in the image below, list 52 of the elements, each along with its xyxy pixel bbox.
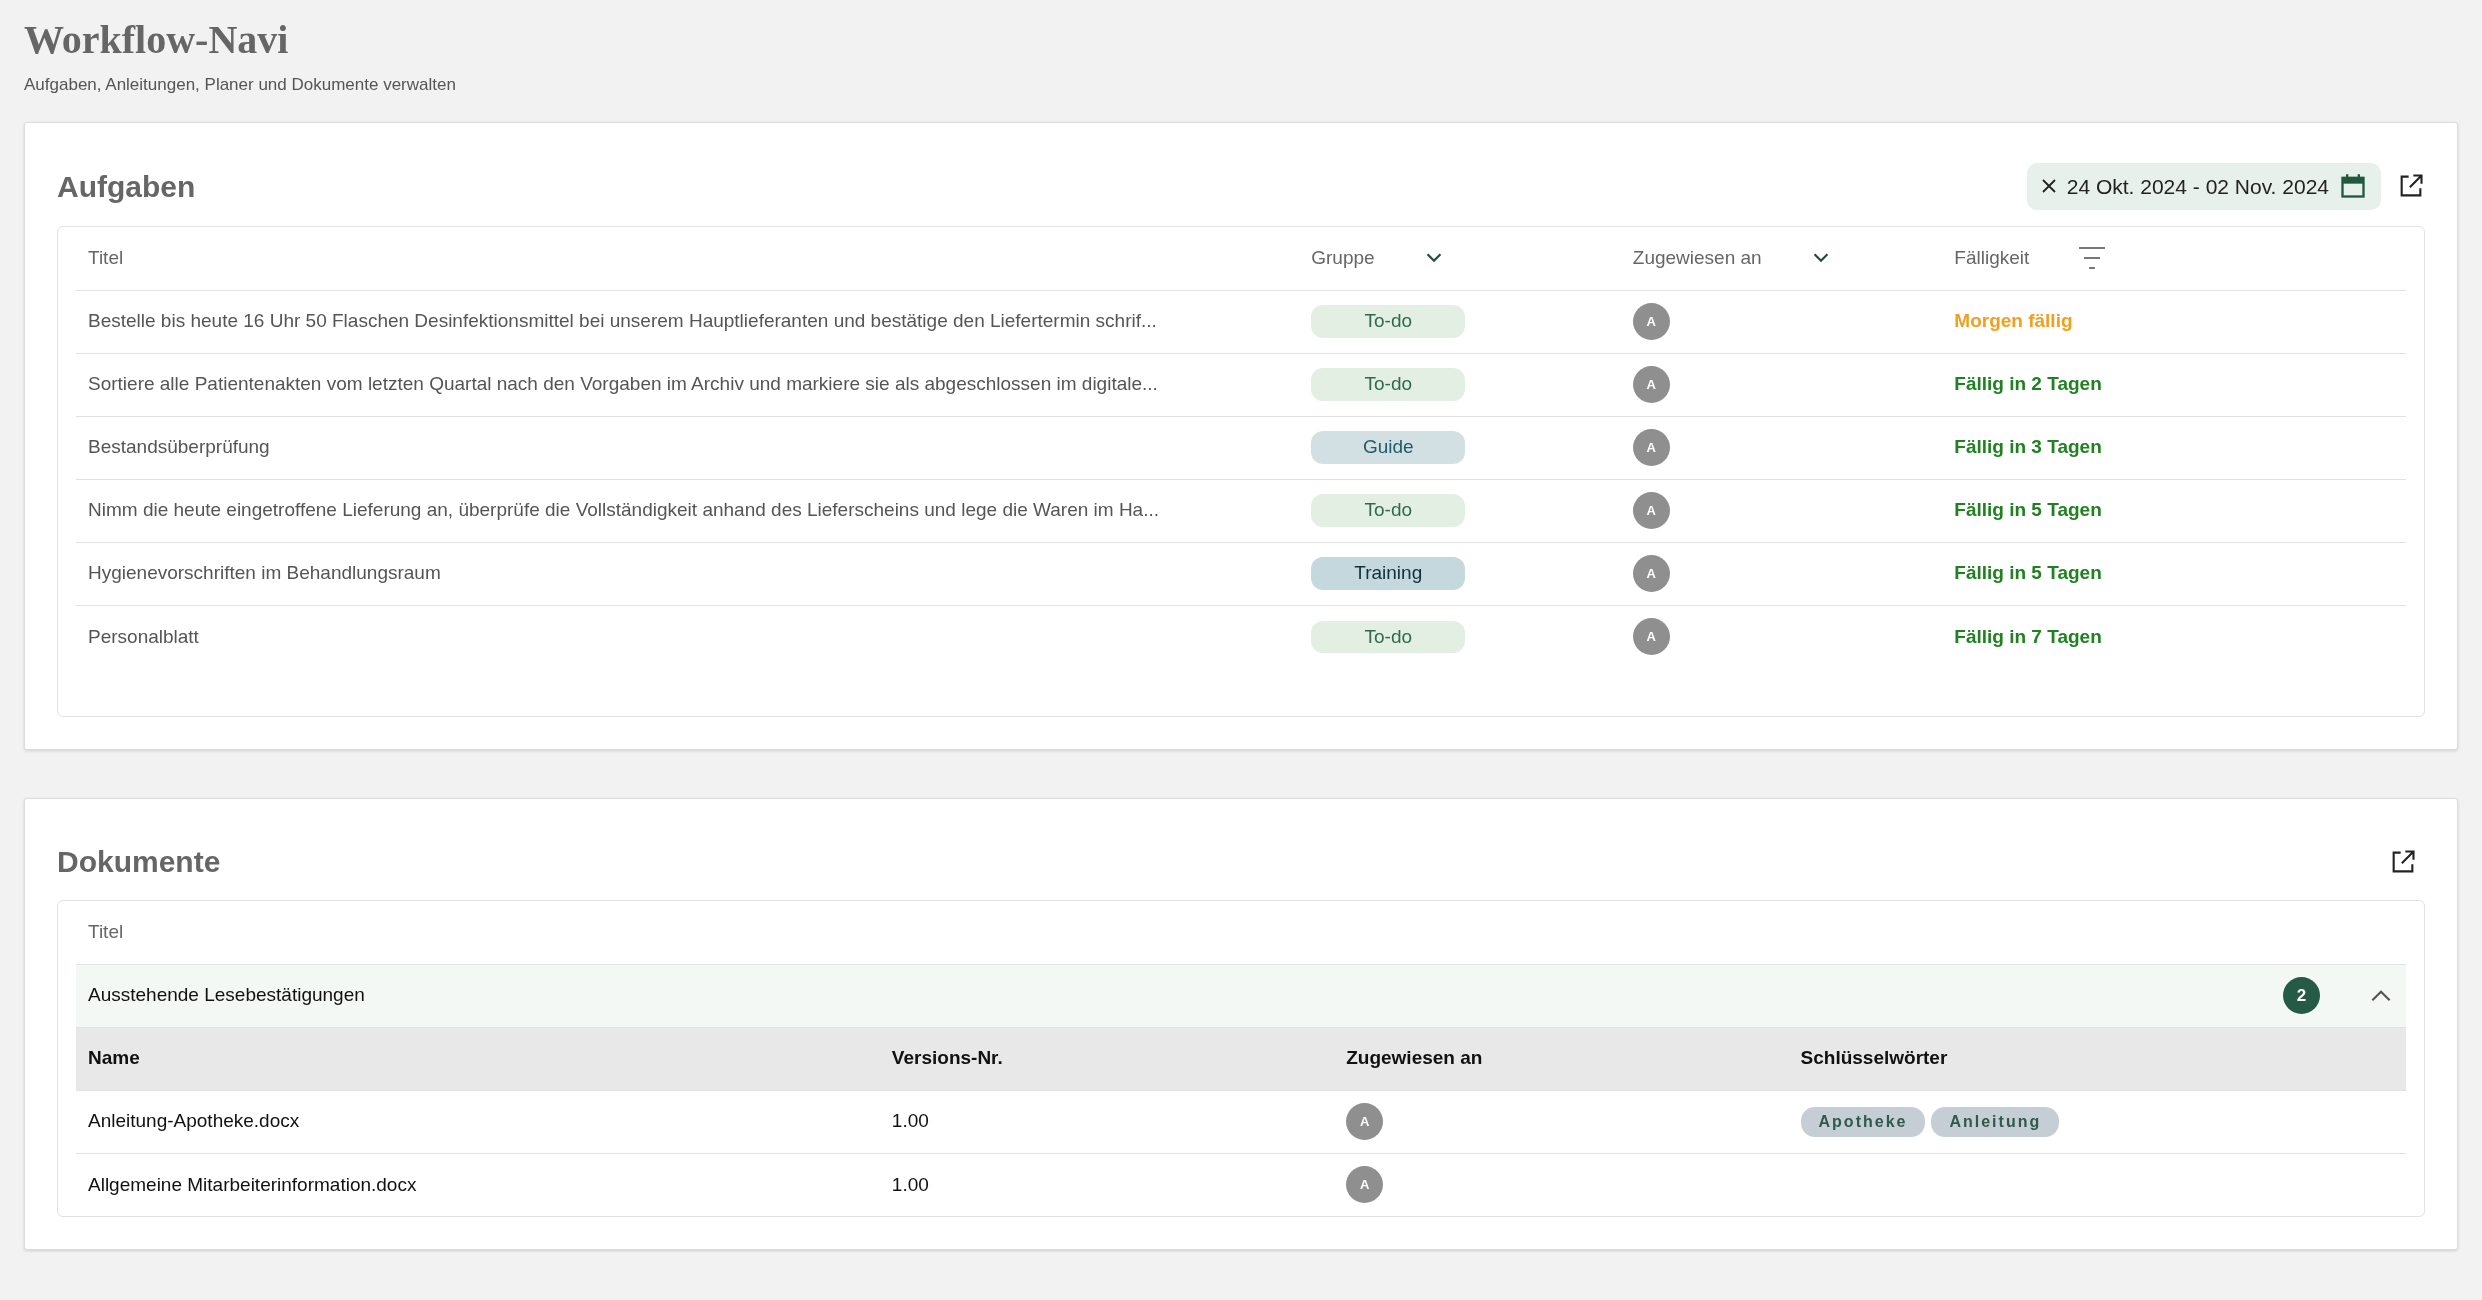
avatar: A: [1632, 492, 1670, 529]
due-status: Fällig in 7 Tagen: [1954, 625, 2102, 647]
keyword-tag: Apotheke: [1800, 1106, 1926, 1137]
version-number: 1.00: [891, 1173, 929, 1195]
group-tag: To-do: [1311, 494, 1466, 527]
version-number: 1.00: [891, 1110, 929, 1132]
group-tag: Training: [1311, 557, 1466, 590]
task-title[interactable]: Nimm die heute eingetroffene Lieferung an, überprüfe die Vollständigkeit anhand des Lieferscheins und lege die Waren im Ha...: [88, 499, 1159, 521]
avatar: A: [1632, 303, 1670, 340]
column-header: Titel: [88, 246, 124, 270]
document-name[interactable]: Allgemeine Mitarbeiterinformation.docx: [88, 1173, 417, 1195]
column-header: Zugewiesen an: [1346, 1047, 1483, 1069]
due-status: Fällig in 5 Tagen: [1954, 562, 2102, 584]
avatar: A: [1346, 1103, 1384, 1140]
column-header: Schlüsselwörter: [1800, 1047, 1948, 1069]
group-tag: Guide: [1311, 431, 1466, 464]
avatar: A: [1632, 366, 1670, 403]
column-header: Gruppe: [1311, 246, 1375, 270]
due-status: Fällig in 2 Tagen: [1954, 373, 2102, 395]
due-status: Fällig in 5 Tagen: [1954, 499, 2102, 521]
keyword-tag: Anleitung: [1931, 1106, 2060, 1137]
task-title[interactable]: Bestandsüberprüfung: [88, 436, 270, 458]
column-header: Versions-Nr.: [891, 1047, 1003, 1069]
due-status: Fällig in 3 Tagen: [1954, 436, 2102, 458]
group-tag: To-do: [1311, 305, 1466, 338]
task-title[interactable]: Hygienevorschriften im Behandlungsraum: [88, 562, 441, 584]
column-header: Name: [88, 1047, 140, 1069]
filter-icon[interactable]: [2077, 245, 2108, 272]
task-title[interactable]: Personalblatt: [88, 625, 199, 647]
task-title[interactable]: Bestelle bis heute 16 Uhr 50 Flaschen Desinfektionsmittel bei unserem Hauptlieferanten und bestätige den Liefertermin schrif...: [88, 310, 1157, 332]
section-title: Aufgaben: [57, 168, 196, 205]
task-title[interactable]: Sortiere alle Patientenakten vom letzten Quartal nach den Vorgaben im Archiv und markiere sie als abgeschlossen im digitale...: [88, 373, 1158, 395]
group-label[interactable]: Ausstehende Lesebestätigungen: [88, 981, 365, 1010]
column-header: Fälligkeit: [1954, 246, 2030, 270]
close-icon[interactable]: [2040, 178, 2057, 195]
column-header: Zugewiesen an: [1632, 246, 1762, 270]
count-badge: 2: [2283, 977, 2320, 1014]
avatar: A: [1632, 429, 1670, 466]
group-tag: To-do: [1311, 620, 1466, 653]
avatar: A: [1346, 1166, 1384, 1204]
avatar: A: [1632, 555, 1670, 592]
group-tag: To-do: [1311, 368, 1466, 401]
due-status: Morgen fällig: [1954, 310, 2073, 332]
avatar: A: [1632, 618, 1670, 656]
calendar-icon[interactable]: [2339, 172, 2367, 201]
column-header: Titel: [88, 921, 124, 942]
document-name[interactable]: Anleitung-Apotheke.docx: [88, 1110, 300, 1132]
section-title: Dokumente: [57, 844, 221, 880]
date-range-filter[interactable]: 24 Okt. 2024 - 02 Nov. 2024: [2026, 162, 2381, 210]
app-title: Workflow-Navi: [24, 16, 290, 64]
date-range-text: 24 Okt. 2024 - 02 Nov. 2024: [2066, 173, 2329, 200]
app-subtitle: Aufgaben, Anleitungen, Planer und Dokumente verwalten: [24, 74, 457, 96]
